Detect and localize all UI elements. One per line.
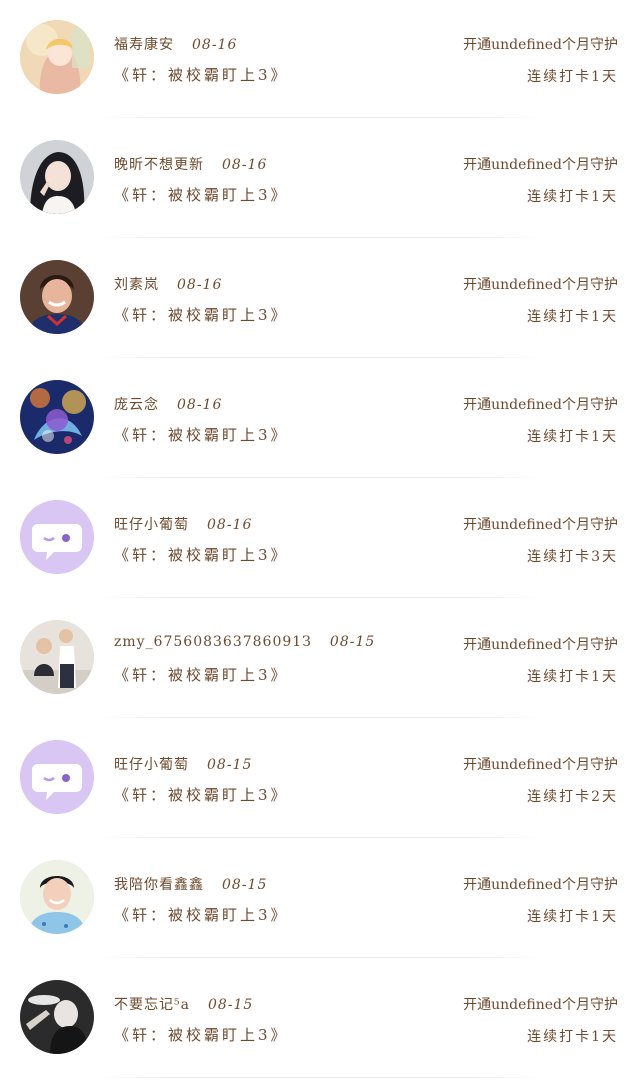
divider: [96, 357, 544, 358]
book-title[interactable]: 《轩：被校霸盯上3》: [114, 64, 289, 85]
divider: [96, 717, 544, 718]
book-title[interactable]: 《轩：被校霸盯上3》: [114, 424, 289, 445]
guard-status: 开通undefined个月守护: [463, 37, 618, 53]
guard-status: 开通undefined个月守护: [463, 157, 618, 173]
divider: [96, 237, 544, 238]
guard-status: 开通undefined个月守护: [463, 757, 618, 773]
avatar[interactable]: [20, 740, 94, 814]
user-name[interactable]: 旺仔小葡萄: [114, 517, 189, 533]
divider: [96, 477, 544, 478]
avatar[interactable]: [20, 500, 94, 574]
user-name-line: 刘素岚 08-16: [114, 274, 222, 294]
avatar[interactable]: [20, 380, 94, 454]
supporter-list: 福寿康安 08-16 《轩：被校霸盯上3》 开通undefined个月守护 连续打…: [0, 0, 640, 1082]
avatar[interactable]: [20, 260, 94, 334]
user-name-line: 我陪你看鑫鑫 08-15: [114, 874, 267, 894]
user-name-line: 晚昕不想更新 08-16: [114, 154, 267, 174]
post-date: 08-16: [192, 37, 238, 53]
book-title[interactable]: 《轩：被校霸盯上3》: [114, 664, 289, 685]
avatar[interactable]: [20, 20, 94, 94]
user-name[interactable]: zmy_675608363786091З: [114, 634, 312, 650]
guard-status: 开通undefined个月守护: [463, 997, 618, 1013]
user-name-line: 不要忘记⁵a 08-15: [114, 994, 253, 1014]
guard-status: 开通undefined个月守护: [463, 877, 618, 893]
book-title[interactable]: 《轩：被校霸盯上3》: [114, 184, 289, 205]
user-name[interactable]: 晚昕不想更新: [114, 157, 204, 173]
guard-status: 开通undefined个月守护: [463, 517, 618, 533]
divider: [96, 117, 544, 118]
post-date: 08-16: [177, 397, 223, 413]
avatar[interactable]: [20, 860, 94, 934]
checkin-streak: 连续打卡1天: [527, 69, 618, 85]
guard-status: 开通undefined个月守护: [463, 397, 618, 413]
post-date: 08-15: [222, 877, 268, 893]
checkin-streak: 连续打卡3天: [527, 549, 618, 565]
book-title[interactable]: 《轩：被校霸盯上3》: [114, 544, 289, 565]
checkin-streak: 连续打卡1天: [527, 909, 618, 925]
user-name[interactable]: 福寿康安: [114, 37, 174, 53]
checkin-streak: 连续打卡1天: [527, 309, 618, 325]
book-title[interactable]: 《轩：被校霸盯上3》: [114, 1024, 289, 1045]
list-item[interactable]: 旺仔小葡萄 08-15 《轩：被校霸盯上3》 开通undefined个月守护 连续…: [0, 720, 640, 840]
user-name-line: 旺仔小葡萄 08-16: [114, 514, 252, 534]
list-item[interactable]: 刘素岚 08-16 《轩：被校霸盯上3》 开通undefined个月守护 连续打卡…: [0, 240, 640, 360]
checkin-streak: 连续打卡1天: [527, 189, 618, 205]
divider: [96, 1077, 544, 1078]
user-name[interactable]: 不要忘记⁵a: [114, 997, 190, 1013]
post-date: 08-15: [207, 757, 253, 773]
divider: [96, 957, 544, 958]
list-item[interactable]: 不要忘记⁵a 08-15 《轩：被校霸盯上3》 开通undefined个月守护 连…: [0, 960, 640, 1080]
book-title[interactable]: 《轩：被校霸盯上3》: [114, 304, 289, 325]
guard-status: 开通undefined个月守护: [463, 277, 618, 293]
checkin-streak: 连续打卡1天: [527, 429, 618, 445]
avatar[interactable]: [20, 140, 94, 214]
avatar[interactable]: [20, 980, 94, 1054]
user-name-line: 福寿康安 08-16: [114, 34, 237, 54]
user-name[interactable]: 我陪你看鑫鑫: [114, 877, 204, 893]
avatar[interactable]: [20, 620, 94, 694]
list-item[interactable]: zmy_675608363786091З 08-15 《轩：被校霸盯上3》 开通u…: [0, 600, 640, 720]
list-item[interactable]: 福寿康安 08-16 《轩：被校霸盯上3》 开通undefined个月守护 连续打…: [0, 0, 640, 120]
checkin-streak: 连续打卡1天: [527, 669, 618, 685]
post-date: 08-15: [207, 997, 254, 1013]
list-item[interactable]: 晚昕不想更新 08-16 《轩：被校霸盯上3》 开通undefined个月守护 连…: [0, 120, 640, 240]
user-name[interactable]: 旺仔小葡萄: [114, 757, 189, 773]
list-item[interactable]: 我陪你看鑫鑫 08-15 《轩：被校霸盯上3》 开通undefined个月守护 连…: [0, 840, 640, 960]
user-name-line: 庞云念 08-16: [114, 394, 222, 414]
checkin-streak: 连续打卡1天: [527, 1029, 618, 1045]
list-item[interactable]: 旺仔小葡萄 08-16 《轩：被校霸盯上3》 开通undefined个月守护 连续…: [0, 480, 640, 600]
book-title[interactable]: 《轩：被校霸盯上3》: [114, 904, 289, 925]
user-name[interactable]: 庞云念: [114, 397, 159, 413]
book-title[interactable]: 《轩：被校霸盯上3》: [114, 784, 289, 805]
post-date: 08-16: [207, 517, 253, 533]
user-name-line: zmy_675608363786091З 08-15: [114, 634, 375, 650]
post-date: 08-16: [177, 277, 223, 293]
user-name[interactable]: 刘素岚: [114, 277, 159, 293]
guard-status: 开通undefined个月守护: [463, 637, 618, 653]
user-name-line: 旺仔小葡萄 08-15: [114, 754, 252, 774]
divider: [96, 597, 544, 598]
post-date: 08-15: [329, 634, 376, 650]
checkin-streak: 连续打卡2天: [527, 789, 618, 805]
post-date: 08-16: [222, 157, 268, 173]
list-item[interactable]: 庞云念 08-16 《轩：被校霸盯上3》 开通undefined个月守护 连续打卡…: [0, 360, 640, 480]
divider: [96, 837, 544, 838]
